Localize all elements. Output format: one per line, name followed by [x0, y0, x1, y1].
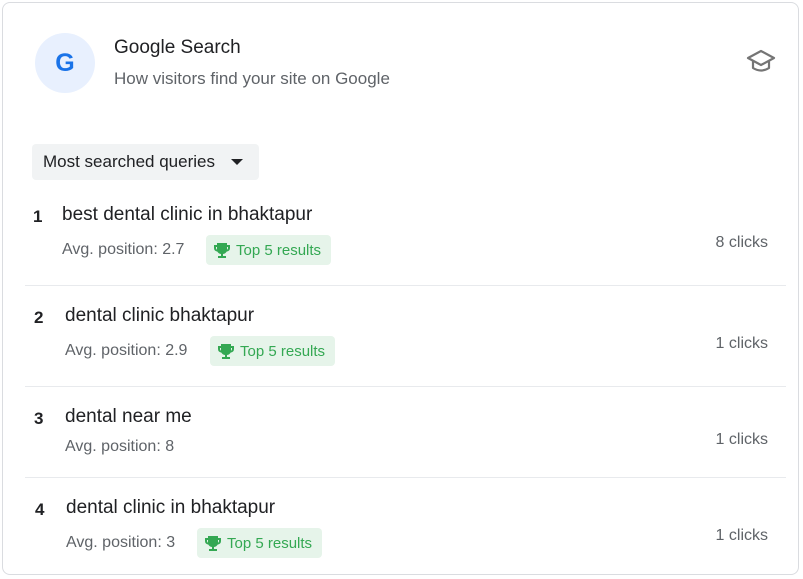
query-text[interactable]: best dental clinic in bhaktapur: [62, 204, 312, 226]
row-divider: [25, 285, 786, 286]
google-logo-letter: G: [55, 48, 75, 77]
clicks-count: 1 clicks: [715, 527, 768, 544]
badge-label: Top 5 results: [240, 342, 326, 360]
avg-position: Avg. position: 2.7: [62, 241, 185, 258]
avg-position: Avg. position: 2.9: [65, 342, 188, 359]
rank-number: 1: [33, 207, 43, 226]
rank-number: 4: [35, 500, 45, 519]
query-type-dropdown[interactable]: Most searched queries: [32, 144, 259, 180]
trophy-icon: [205, 536, 221, 551]
badge-label: Top 5 results: [227, 534, 313, 552]
dropdown-label: Most searched queries: [43, 152, 215, 171]
badge-label: Top 5 results: [236, 241, 322, 259]
row-divider: [25, 386, 786, 387]
top-results-badge: Top 5 results: [206, 235, 332, 265]
avg-position: Avg. position: 3: [66, 534, 176, 551]
top-results-badge: Top 5 results: [210, 336, 336, 366]
google-logo: G: [35, 33, 95, 93]
clicks-count: 1 clicks: [715, 335, 768, 352]
chevron-down-icon: [230, 159, 243, 165]
row-divider: [25, 477, 786, 478]
top-results-badge: Top 5 results: [197, 528, 323, 558]
trophy-icon: [214, 243, 230, 258]
query-text[interactable]: dental clinic bhaktapur: [65, 305, 254, 327]
clicks-count: 8 clicks: [715, 234, 768, 251]
avg-position: Avg. position: 8: [65, 438, 175, 455]
card-title: Google Search: [114, 37, 241, 58]
query-text[interactable]: dental near me: [65, 406, 192, 428]
google-search-card: G Google Search How visitors find your s…: [2, 2, 799, 575]
card-subtitle: How visitors find your site on Google: [114, 69, 390, 88]
rank-number: 3: [34, 409, 44, 428]
rank-number: 2: [34, 308, 44, 327]
trophy-icon: [218, 344, 234, 359]
query-text[interactable]: dental clinic in bhaktapur: [66, 497, 275, 519]
graduation-cap-icon[interactable]: [746, 49, 776, 75]
clicks-count: 1 clicks: [715, 431, 768, 448]
